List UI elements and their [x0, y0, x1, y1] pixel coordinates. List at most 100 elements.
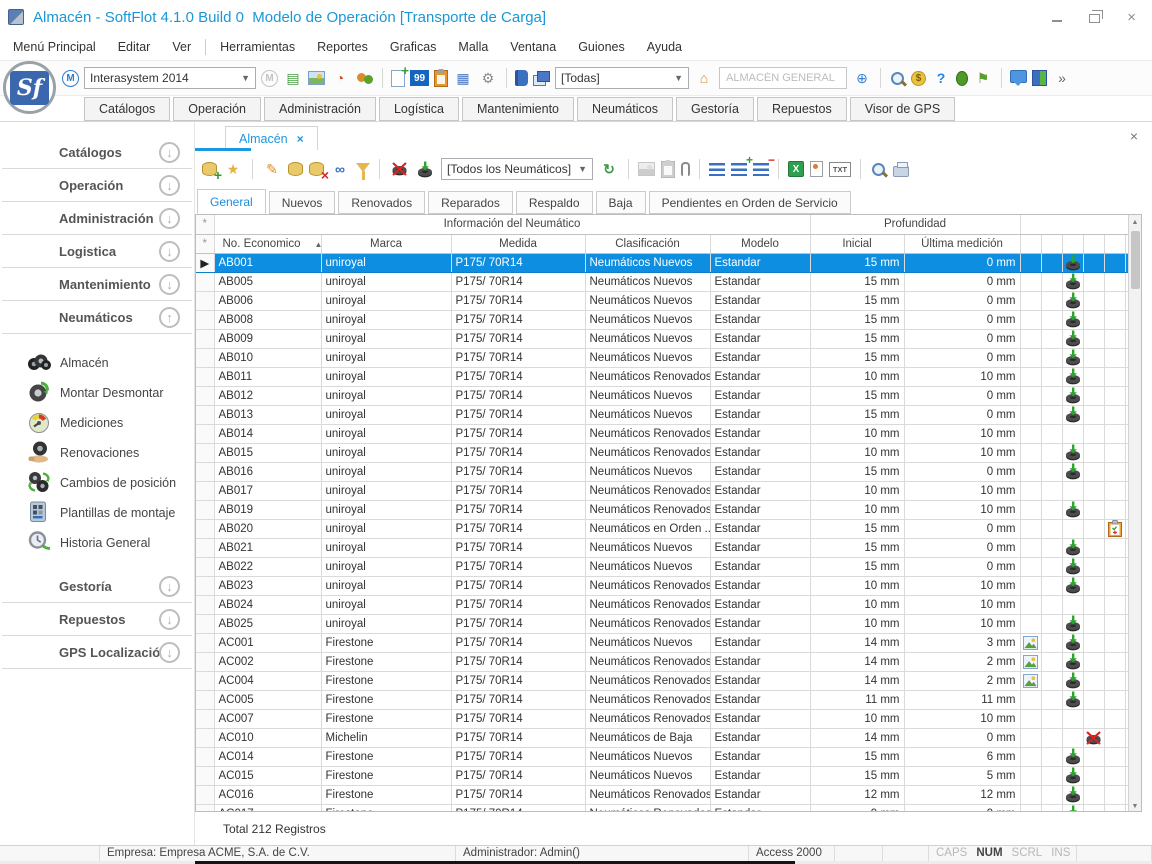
group-list-icon[interactable] [709, 163, 725, 176]
grid-row[interactable]: AC001FirestoneP175/ 70R14Neumáticos Nuev… [196, 633, 1129, 652]
grid-row[interactable]: AB021uniroyalP175/ 70R14Neumáticos Nuevo… [196, 538, 1129, 557]
home-icon[interactable]: ⌂ [694, 68, 714, 88]
grid-row[interactable]: AC016FirestoneP175/ 70R14Neumáticos Reno… [196, 785, 1129, 804]
grid-row[interactable]: AC014FirestoneP175/ 70R14Neumáticos Nuev… [196, 747, 1129, 766]
grid-row[interactable]: AC017FirestoneP175/ 70R14Neumáticos Reno… [196, 804, 1129, 812]
column-header--ltima-medici-n[interactable]: Última medición [904, 234, 1020, 253]
mount-tire-icon[interactable] [415, 159, 435, 179]
column-header-clasificaci-n[interactable]: Clasificación [585, 234, 710, 253]
edit-record-icon[interactable]: ✎ [262, 159, 282, 179]
filter-funnel-icon[interactable] [356, 163, 370, 172]
document-tab-almacen[interactable]: Almacén × [225, 126, 318, 150]
sidebar-item-plantillas-de-montaje[interactable]: Plantillas de montaje [27, 498, 194, 528]
expand-circle-icon[interactable]: ↓ [159, 241, 180, 262]
sidebar-item-renovaciones[interactable]: Renovaciones [27, 438, 194, 468]
scroll-up-icon[interactable]: ▲ [1129, 215, 1141, 229]
sidebar-group-cat-logos[interactable]: Catálogos↓ [2, 136, 192, 169]
scroll-down-icon[interactable]: ▼ [1129, 799, 1141, 812]
panel-close-icon[interactable]: × [1130, 129, 1138, 143]
grid-row[interactable]: AB025uniroyalP175/ 70R14Neumáticos Renov… [196, 614, 1129, 633]
grid-row[interactable]: AB005uniroyalP175/ 70R14Neumáticos Nuevo… [196, 272, 1129, 291]
grid-row[interactable]: AB015uniroyalP175/ 70R14Neumáticos Renov… [196, 443, 1129, 462]
collapse-groups-icon[interactable] [753, 163, 769, 176]
find-binoculars-icon[interactable]: ∞ [330, 159, 350, 179]
menu-item-guiones[interactable]: Guiones [567, 36, 636, 58]
module-tab-cat-logos[interactable]: Catálogos [84, 97, 170, 121]
scroll-thumb[interactable] [1131, 231, 1140, 289]
sidebar-group-gestor-a[interactable]: Gestoría↓ [2, 570, 192, 603]
scope-combo[interactable]: [Todas]▼ [555, 67, 689, 89]
grid-row[interactable]: AB014uniroyalP175/ 70R14Neumáticos Renov… [196, 424, 1129, 443]
warehouse-search-input[interactable] [719, 67, 847, 89]
users-icon[interactable] [355, 70, 374, 86]
grid-row[interactable]: AB013uniroyalP175/ 70R14Neumáticos Nuevo… [196, 405, 1129, 424]
delete-record-icon[interactable] [309, 162, 324, 176]
grid-row[interactable]: AC004FirestoneP175/ 70R14Neumáticos Reno… [196, 671, 1129, 690]
exit-door-icon[interactable] [1032, 70, 1047, 86]
photo-disabled-icon[interactable] [638, 162, 655, 176]
column-header-modelo[interactable]: Modelo [710, 234, 810, 253]
grid-row[interactable]: AB006uniroyalP175/ 70R14Neumáticos Nuevo… [196, 291, 1129, 310]
tire-filter-combo[interactable]: [Todos los Neumáticos]▼ [441, 158, 593, 180]
menu-item-graficas[interactable]: Graficas [379, 36, 448, 58]
grid-row[interactable]: AB022uniroyalP175/ 70R14Neumáticos Nuevo… [196, 557, 1129, 576]
clipboard-disabled-icon[interactable] [661, 161, 675, 178]
menu-item-herramientas[interactable]: Herramientas [209, 36, 306, 58]
category-tab-renovados[interactable]: Renovados [338, 191, 425, 214]
grid-window-icon[interactable]: ▦ [453, 68, 473, 88]
sidebar-group-gps-localizaci-n[interactable]: GPS Localización↓ [2, 636, 192, 669]
sidebar-item-cambios-de-posici-n[interactable]: Cambios de posición [27, 468, 194, 498]
refresh-icon[interactable]: ↻ [599, 159, 619, 179]
archive-icon[interactable]: ▤ [283, 68, 303, 88]
m-disabled-icon[interactable]: M [261, 70, 278, 87]
grid-row[interactable]: AB019uniroyalP175/ 70R14Neumáticos Renov… [196, 500, 1129, 519]
expand-circle-icon[interactable]: ↓ [159, 208, 180, 229]
module-tab-mantenimiento[interactable]: Mantenimiento [462, 97, 574, 121]
grid-row[interactable]: AC015FirestoneP175/ 70R14Neumáticos Nuev… [196, 766, 1129, 785]
grid-row[interactable]: AB016uniroyalP175/ 70R14Neumáticos Nuevo… [196, 462, 1129, 481]
grid-row[interactable]: AB024uniroyalP175/ 70R14Neumáticos Renov… [196, 595, 1129, 614]
dismount-tire-icon[interactable] [389, 159, 409, 179]
clipboard-icon[interactable] [434, 70, 448, 87]
module-tab-visor-de-gps[interactable]: Visor de GPS [850, 97, 956, 121]
sidebar-item-historia-general[interactable]: Historia General [27, 528, 194, 558]
gauge-icon[interactable]: ◔ [330, 68, 350, 88]
column-header-medida[interactable]: Medida [451, 234, 585, 253]
category-tab-general[interactable]: General [197, 189, 266, 214]
sidebar-item-mediciones[interactable]: Mediciones [27, 408, 194, 438]
new-document-icon[interactable] [391, 70, 405, 87]
category-tab-pendientes-en-orden-de-servicio[interactable]: Pendientes en Orden de Servicio [649, 191, 851, 214]
export-txt-icon[interactable]: TXT [829, 162, 851, 177]
grid-row[interactable]: AB010uniroyalP175/ 70R14Neumáticos Nuevo… [196, 348, 1129, 367]
vertical-scrollbar[interactable]: ▲ ▼ [1128, 215, 1141, 812]
batch-99-icon[interactable]: 99 [410, 70, 429, 86]
expand-circle-icon[interactable]: ↓ [159, 609, 180, 630]
workspace-combo[interactable]: Interasystem 2014▼ [84, 67, 256, 89]
sidebar-item-almac-n[interactable]: Almacén [27, 348, 194, 378]
globe-icon[interactable]: ⊕ [852, 68, 872, 88]
grid-row[interactable]: AB009uniroyalP175/ 70R14Neumáticos Nuevo… [196, 329, 1129, 348]
sidebar-group-administraci-n[interactable]: Administración↓ [2, 202, 192, 235]
add-record-icon[interactable] [202, 162, 217, 176]
expand-groups-icon[interactable] [731, 163, 747, 176]
module-tab-log-stica[interactable]: Logística [379, 97, 459, 121]
category-tab-baja[interactable]: Baja [596, 191, 646, 214]
print-icon[interactable] [893, 166, 909, 177]
image-icon[interactable] [308, 71, 325, 85]
sidebar-group-mantenimiento[interactable]: Mantenimiento↓ [2, 268, 192, 301]
expand-circle-icon[interactable]: ↓ [159, 175, 180, 196]
wizard-icon[interactable]: ★ [223, 159, 243, 179]
column-header-no-economico[interactable]: No. Economico▲ [214, 234, 321, 253]
sidebar-group-operaci-n[interactable]: Operación↓ [2, 169, 192, 202]
sidebar-group-repuestos[interactable]: Repuestos↓ [2, 603, 192, 636]
grid-row[interactable]: AC005FirestoneP175/ 70R14Neumáticos Reno… [196, 690, 1129, 709]
menu-item-editar[interactable]: Editar [107, 36, 162, 58]
currency-icon[interactable]: $ [911, 71, 926, 86]
column-header-marca[interactable]: Marca [321, 234, 451, 253]
grid-row[interactable]: AB011uniroyalP175/ 70R14Neumáticos Renov… [196, 367, 1129, 386]
flag-icon[interactable]: ⚑ [973, 68, 993, 88]
menu-item-malla[interactable]: Malla [447, 36, 499, 58]
expand-circle-icon[interactable]: ↓ [159, 274, 180, 295]
settings-gear-icon[interactable]: ⚙ [478, 68, 498, 88]
toolbar-overflow-icon[interactable]: » [1052, 68, 1072, 88]
